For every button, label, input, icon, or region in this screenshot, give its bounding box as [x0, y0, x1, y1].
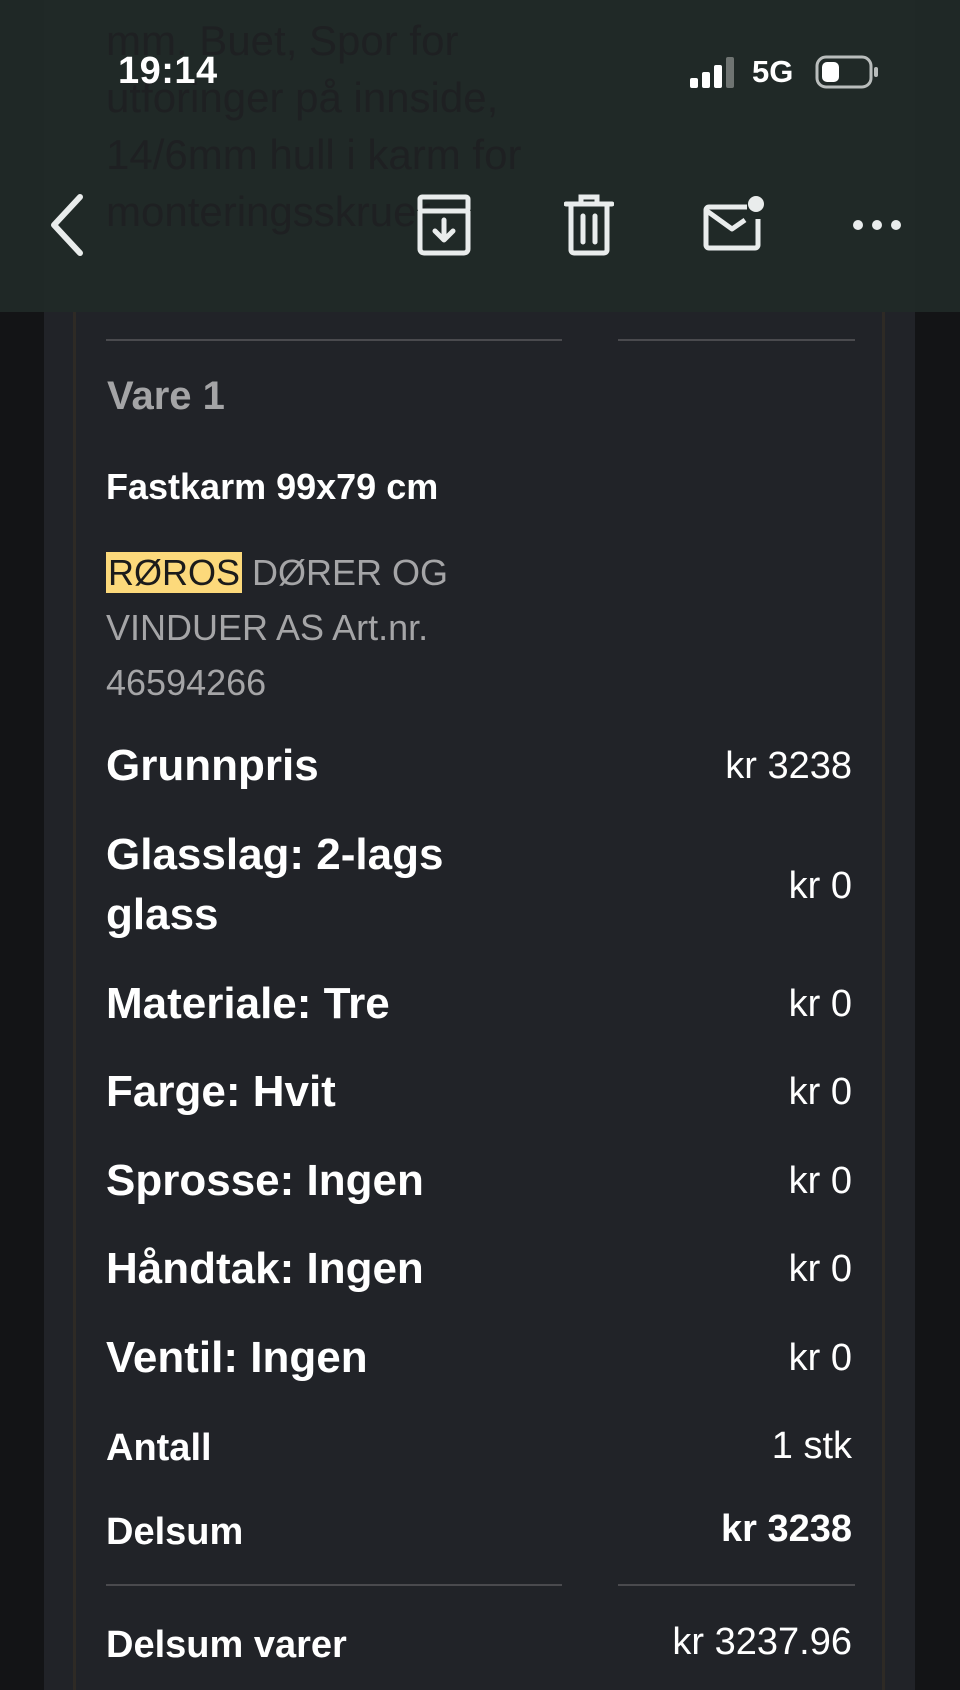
option-row-value: kr 0 — [788, 1337, 852, 1379]
mail-unread-icon — [703, 196, 764, 251]
product-name: Fastkarm 99x79 cm — [106, 466, 439, 507]
scrolled-text-behind-toolbar: mm. Buet, Spor for utforinger på innside… — [106, 17, 522, 235]
art-number: 46594266 — [106, 662, 267, 703]
more-horizontal-icon — [853, 220, 901, 230]
archive-icon — [417, 194, 471, 256]
option-row-label: Ventil: Ingen — [106, 1333, 368, 1382]
option-row-label: Materiale: Tre — [106, 979, 390, 1028]
trash-icon — [564, 194, 614, 256]
divider — [106, 1584, 562, 1586]
status-time: 19:14 — [118, 50, 218, 92]
option-row-value: kr 0 — [788, 865, 852, 907]
supplier-info: RØROS DØRER OG VINDUER AS Art.nr. 465942… — [106, 545, 536, 710]
delete-button[interactable] — [554, 190, 624, 260]
summary-value: kr 3237.96 — [672, 1621, 852, 1663]
quantity-label: Antall — [106, 1427, 212, 1469]
option-row-value: kr 0 — [788, 1071, 852, 1113]
item-heading: Vare 1 — [107, 374, 225, 418]
mark-unread-button[interactable] — [698, 190, 768, 260]
divider — [106, 339, 562, 341]
subtotal-value: kr 3238 — [720, 1508, 852, 1550]
subtotal-label: Delsum — [106, 1511, 244, 1553]
art-number-label: Art.nr. — [332, 607, 429, 648]
battery-icon — [815, 55, 878, 89]
chevron-left-icon — [51, 194, 83, 256]
frame-border-left — [73, 300, 76, 1690]
back-button[interactable] — [36, 188, 96, 262]
search-highlight: RØROS — [106, 552, 243, 593]
option-row-label: Farge: Hvit — [106, 1067, 336, 1116]
frame-border-right — [882, 300, 885, 1690]
price-row-label: Grunnpris — [106, 741, 319, 790]
price-row-value: kr 3238 — [725, 745, 852, 787]
more-button[interactable] — [842, 190, 912, 260]
option-row-label: Glasslag: 2-lags glass — [106, 830, 444, 939]
option-row-label: Håndtak: Ingen — [106, 1244, 424, 1293]
divider — [618, 339, 855, 341]
archive-button[interactable] — [409, 190, 479, 260]
option-row-value: kr 0 — [788, 983, 852, 1025]
option-row-value: kr 0 — [788, 1248, 852, 1290]
option-row-label: Sprosse: Ingen — [106, 1156, 424, 1205]
divider — [618, 1584, 855, 1586]
quantity-value: 1 stk — [771, 1425, 852, 1467]
network-type: 5G — [752, 54, 794, 89]
summary-label: Delsum varer — [106, 1624, 347, 1666]
signal-icon — [690, 57, 734, 88]
option-row-value: kr 0 — [788, 1160, 852, 1202]
